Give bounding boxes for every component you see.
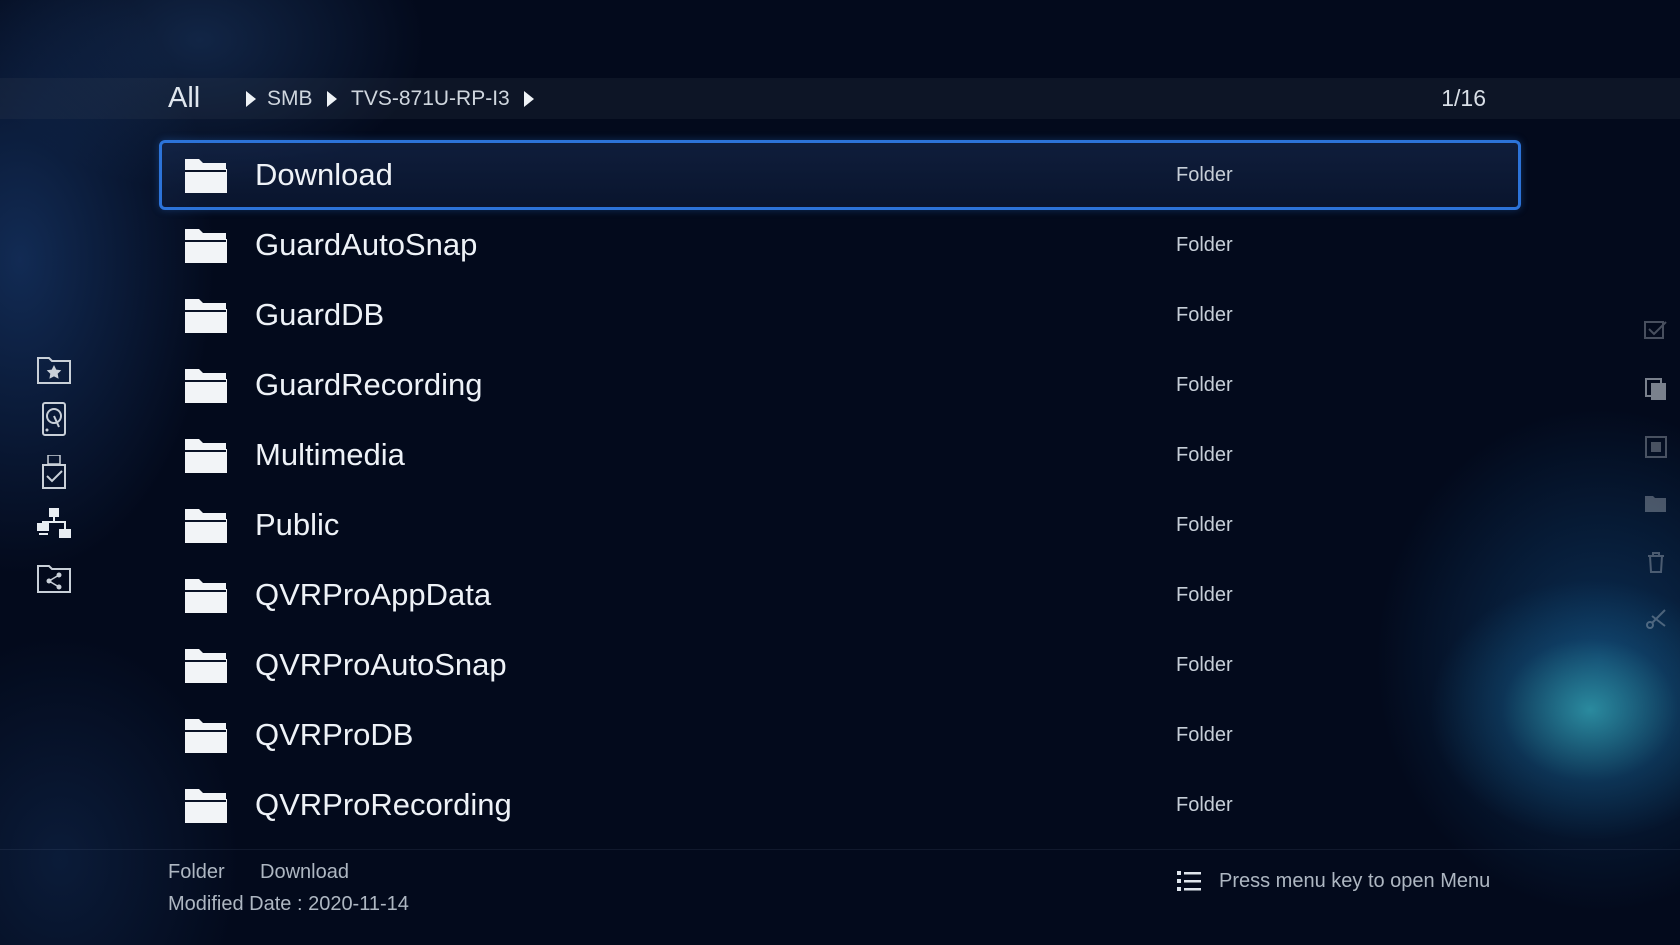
usb-device-icon[interactable]	[36, 455, 72, 489]
file-type: Folder	[1176, 724, 1233, 746]
file-type: Folder	[1176, 374, 1233, 396]
network-icon[interactable]	[36, 507, 72, 541]
file-row-multimedia[interactable]: Multimedia Folder	[159, 420, 1521, 490]
breadcrumb: All SMB TVS-871U-RP-I3 1/16	[0, 78, 1680, 119]
file-type: Folder	[1176, 654, 1233, 676]
file-name: Download	[255, 157, 393, 192]
file-type: Folder	[1176, 444, 1233, 466]
file-name: Public	[255, 507, 340, 542]
chevron-right-icon	[246, 91, 256, 107]
delete-icon	[1643, 549, 1669, 575]
cut-icon	[1643, 606, 1669, 632]
folder-icon	[183, 225, 229, 265]
footer-modified-date: Modified Date : 2020-11-14	[168, 893, 409, 915]
copy-icon	[1643, 376, 1669, 402]
folder-icon	[183, 575, 229, 615]
folder-icon	[183, 435, 229, 475]
folder-icon	[183, 365, 229, 405]
file-row-qvrprorecording[interactable]: QVRProRecording Folder	[159, 770, 1521, 840]
file-row-guardautosnap[interactable]: GuardAutoSnap Folder	[159, 210, 1521, 280]
hard-disk-icon[interactable]	[36, 402, 72, 436]
breadcrumb-root[interactable]: All	[168, 78, 200, 119]
chevron-right-icon	[524, 91, 534, 107]
open-folder-icon	[1643, 490, 1669, 516]
file-name: QVRProRecording	[255, 787, 512, 822]
file-name: QVRProAutoSnap	[255, 647, 507, 682]
file-type: Folder	[1176, 164, 1233, 186]
select-icon	[1643, 317, 1669, 343]
footer-item-type: Folder	[168, 861, 225, 883]
favorite-folder-icon[interactable]	[36, 352, 72, 386]
file-row-qvrprodb[interactable]: QVRProDB Folder	[159, 700, 1521, 770]
file-name: Multimedia	[255, 437, 405, 472]
file-row-guarddb[interactable]: GuardDB Folder	[159, 280, 1521, 350]
file-row-qvrproautosnap[interactable]: QVRProAutoSnap Folder	[159, 630, 1521, 700]
file-row-guardrecording[interactable]: GuardRecording Folder	[159, 350, 1521, 420]
file-name: GuardRecording	[255, 367, 483, 402]
menu-hint-text: Press menu key to open Menu	[1219, 870, 1491, 892]
folder-icon	[183, 715, 229, 755]
breadcrumb-item-host[interactable]: TVS-871U-RP-I3	[351, 78, 510, 119]
shared-folder-icon[interactable]	[36, 561, 72, 595]
folder-icon	[183, 295, 229, 335]
footer-divider	[0, 849, 1680, 850]
file-row-qvrproappdata[interactable]: QVRProAppData Folder	[159, 560, 1521, 630]
file-type: Folder	[1176, 304, 1233, 326]
file-row-download[interactable]: Download Folder	[159, 140, 1521, 210]
file-type: Folder	[1176, 794, 1233, 816]
file-type: Folder	[1176, 514, 1233, 536]
file-name: GuardAutoSnap	[255, 227, 478, 262]
menu-list-icon	[1176, 869, 1202, 893]
file-row-public[interactable]: Public Folder	[159, 490, 1521, 560]
file-list: Download Folder GuardAutoSnap Folder Gua…	[159, 140, 1521, 840]
file-type: Folder	[1176, 234, 1233, 256]
file-name: QVRProDB	[255, 717, 414, 752]
file-type: Folder	[1176, 584, 1233, 606]
folder-icon	[183, 645, 229, 685]
folder-icon	[183, 155, 229, 195]
file-name: GuardDB	[255, 297, 385, 332]
breadcrumb-item-smb[interactable]: SMB	[267, 78, 313, 119]
page-counter: 1/16	[1441, 85, 1486, 111]
file-name: QVRProAppData	[255, 577, 492, 612]
chevron-right-icon	[327, 91, 337, 107]
folder-icon	[183, 785, 229, 825]
footer-item-name: Download	[260, 861, 349, 883]
move-icon	[1643, 434, 1669, 460]
folder-icon	[183, 505, 229, 545]
